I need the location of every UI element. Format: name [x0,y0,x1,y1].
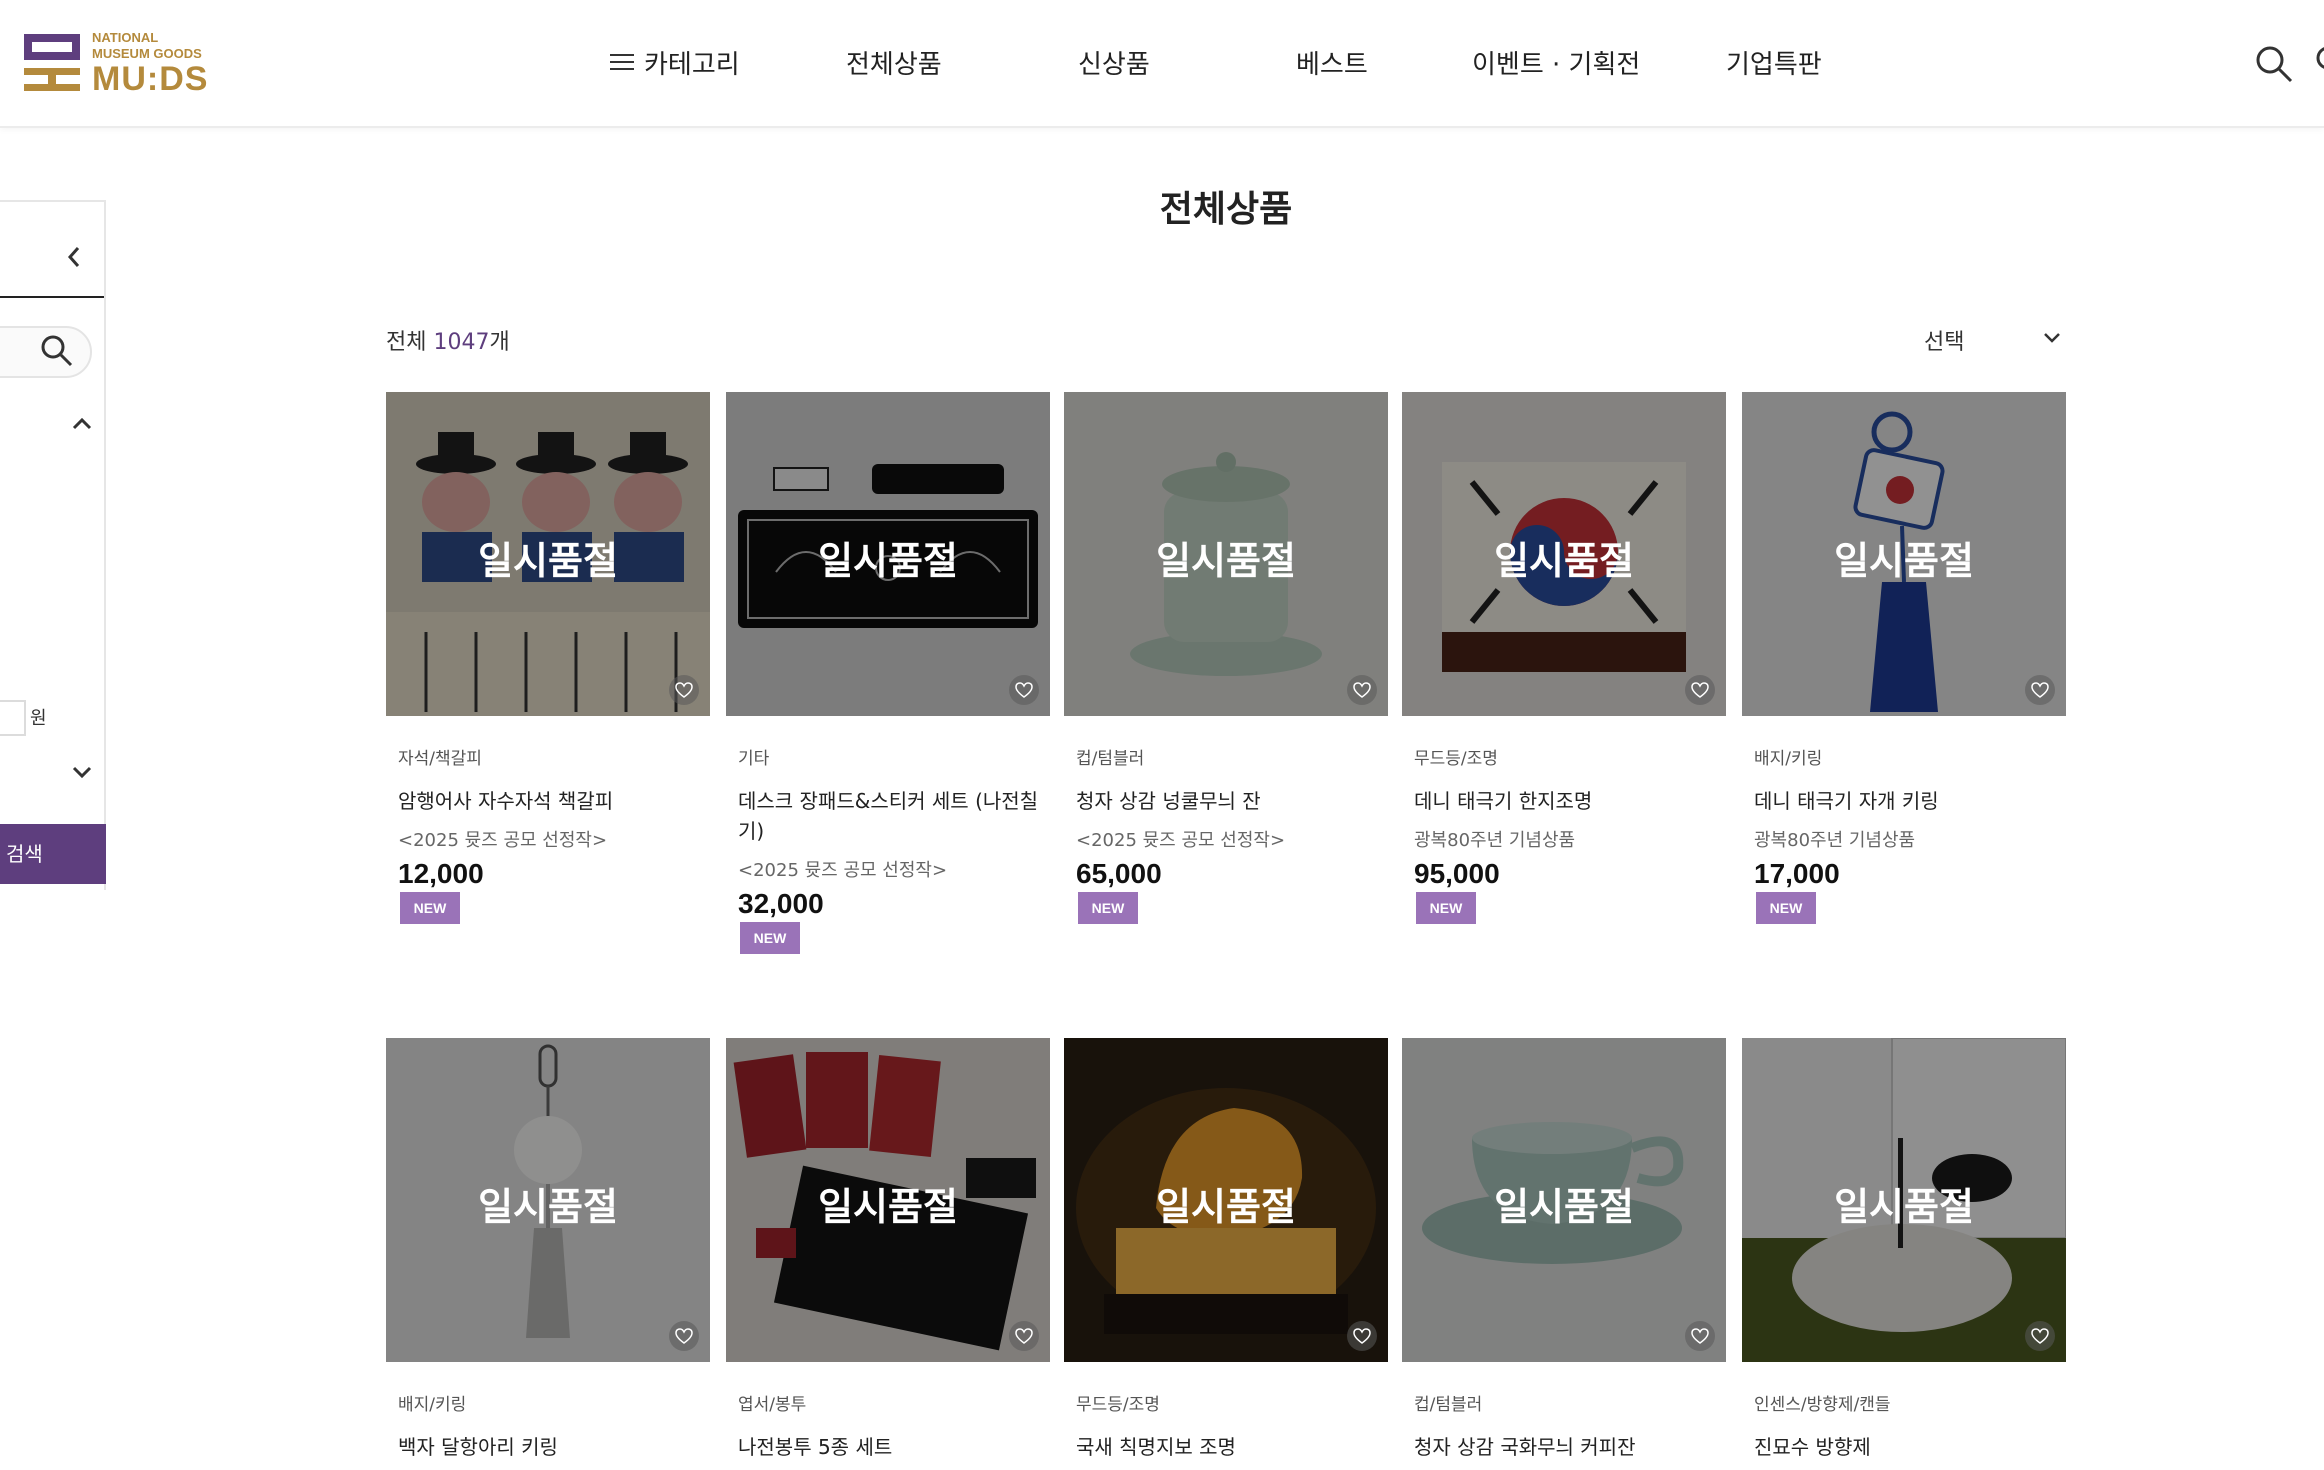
chevron-left-icon[interactable] [62,242,86,272]
chevron-up-icon[interactable] [70,414,94,434]
nav-new-products[interactable]: 신상품 [1078,40,1150,84]
sort-select[interactable]: 선택 [1924,322,2064,358]
soldout-label: 일시품절 [1494,1185,1634,1229]
total-count: 전체 1047개 [386,324,510,356]
currency-label: 원 [30,708,47,729]
new-badge: NEW [400,892,460,924]
product-category: 컵/텀블러 [1076,749,1145,769]
site-logo[interactable]: NATIONAL MUSEUM GOODS MU:DS [22,30,222,96]
product-name[interactable]: 암행어사 자수자석 책갈피 [398,786,708,816]
product-image[interactable]: 일시품절 [1742,392,2066,716]
filter-search-button[interactable]: 검색 [0,824,106,884]
user-icon[interactable] [2314,44,2324,84]
product-category: 배지/키링 [398,1395,467,1415]
product-image[interactable]: 일시품절 [386,392,710,716]
product-name[interactable]: 데니 태극기 한지조명 [1414,786,1724,816]
chevron-down-icon [2044,333,2060,343]
product-subtitle: <2025 뮷즈 공모 선정작> [1076,830,1286,851]
product-image[interactable]: 일시품절 [1742,1038,2066,1362]
product-name[interactable]: 청자 상감 넝쿨무늬 잔 [1076,786,1386,816]
product-image[interactable]: 일시품절 [1064,392,1388,716]
price-max-input[interactable] [0,700,26,736]
product-name[interactable]: 국새 칙명지보 조명 [1076,1432,1386,1462]
new-badge: NEW [1756,892,1816,924]
product-category: 인센스/방향제/캔들 [1754,1395,1891,1415]
logo-brand-name: MU:DS [92,60,209,98]
soldout-label: 일시품절 [1494,539,1634,583]
search-icon[interactable] [40,334,74,368]
product-image[interactable]: 일시품절 [386,1038,710,1362]
chevron-down-icon[interactable] [70,762,94,782]
product-subtitle: <2025 뮷즈 공모 선정작> [398,830,608,851]
nav-category[interactable]: 카테고리 [610,40,740,84]
wishlist-heart-icon[interactable] [1347,1321,1377,1351]
nav-event[interactable]: 이벤트 · 기획전 [1472,40,1640,84]
soldout-label: 일시품절 [818,1185,958,1229]
nav-category-label: 카테고리 [644,49,740,80]
product-image[interactable]: 일시품절 [1064,1038,1388,1362]
product-price: 32,000 [738,888,824,919]
product-category: 배지/키링 [1754,749,1823,769]
product-category: 무드등/조명 [1076,1395,1160,1415]
site-header: NATIONAL MUSEUM GOODS MU:DS 카테고리 전체상품 신상… [0,0,2324,128]
soldout-label: 일시품절 [1156,1185,1296,1229]
total-count-number: 1047 [433,330,490,355]
product-name[interactable]: 청자 상감 국화무늬 커피잔 [1414,1432,1724,1462]
logo-text-national: NATIONAL [92,30,159,45]
filter-sidebar: 원 검색 [0,200,106,890]
product-image[interactable]: 일시품절 [1402,392,1726,716]
soldout-label: 일시품절 [818,539,958,583]
new-badge: NEW [740,922,800,954]
wishlist-heart-icon[interactable] [1009,675,1039,705]
product-name[interactable]: 데스크 장패드&스티커 세트 (나전칠기) [738,786,1048,846]
product-subtitle: <2025 뮷즈 공모 선정작> [738,860,948,881]
product-image[interactable]: 일시품절 [726,1038,1050,1362]
soldout-label: 일시품절 [478,539,618,583]
total-prefix: 전체 [386,330,434,355]
product-category: 기타 [738,749,770,769]
product-price: 17,000 [1754,858,1840,889]
product-subtitle: 광복80주년 기념상품 [1754,830,1916,851]
wishlist-heart-icon[interactable] [1009,1321,1039,1351]
page-title: 전체상품 [1159,189,1293,230]
wishlist-heart-icon[interactable] [669,1321,699,1351]
product-category: 무드등/조명 [1414,749,1498,769]
product-name[interactable]: 나전봉투 5종 세트 [738,1432,1048,1462]
product-category: 엽서/봉투 [738,1395,807,1415]
soldout-label: 일시품절 [478,1185,618,1229]
nav-corporate[interactable]: 기업특판 [1726,40,1822,84]
product-category: 자석/책갈피 [398,749,482,769]
nav-best[interactable]: 베스트 [1296,40,1368,84]
sort-select-value: 선택 [1924,330,1965,355]
soldout-label: 일시품절 [1156,539,1296,583]
hamburger-icon [610,52,634,72]
wishlist-heart-icon[interactable] [1685,675,1715,705]
muds-logo-mark [24,34,80,91]
product-price: 95,000 [1414,858,1500,889]
product-name[interactable]: 데니 태극기 자개 키링 [1754,786,2064,816]
wishlist-heart-icon[interactable] [1685,1321,1715,1351]
product-name[interactable]: 백자 달항아리 키링 [398,1432,708,1462]
soldout-label: 일시품절 [1834,539,1974,583]
product-price: 12,000 [398,858,484,889]
nav-all-products[interactable]: 전체상품 [846,40,942,84]
product-image[interactable]: 일시품절 [726,392,1050,716]
product-name[interactable]: 진묘수 방향제 [1754,1432,2064,1462]
wishlist-heart-icon[interactable] [1347,675,1377,705]
new-badge: NEW [1078,892,1138,924]
soldout-label: 일시품절 [1834,1185,1974,1229]
product-subtitle: 광복80주년 기념상품 [1414,830,1576,851]
total-suffix: 개 [489,330,510,355]
wishlist-heart-icon[interactable] [2025,1321,2055,1351]
sidebar-divider [0,296,104,298]
product-category: 컵/텀블러 [1414,1395,1483,1415]
product-price: 65,000 [1076,858,1162,889]
wishlist-heart-icon[interactable] [669,675,699,705]
wishlist-heart-icon[interactable] [2025,675,2055,705]
search-icon[interactable] [2254,44,2294,84]
new-badge: NEW [1416,892,1476,924]
product-image[interactable]: 일시품절 [1402,1038,1726,1362]
